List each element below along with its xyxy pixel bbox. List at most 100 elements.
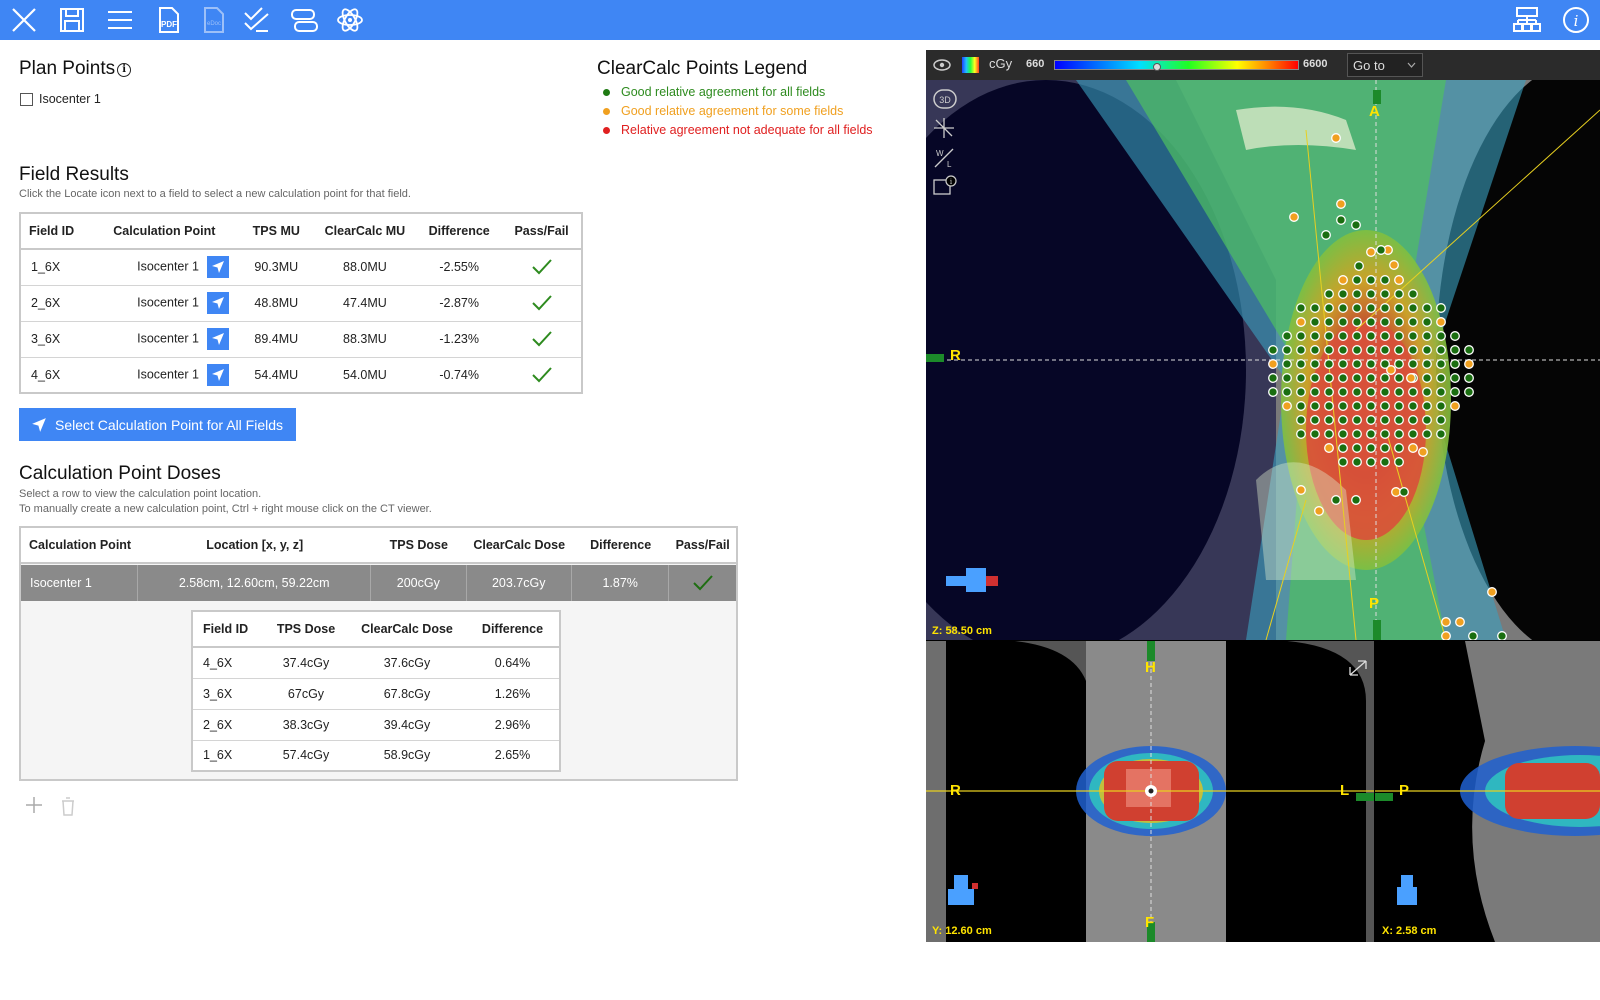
dose-point-marker[interactable] <box>1497 631 1507 640</box>
info-icon[interactable]: i <box>1559 4 1593 36</box>
dose-point-marker[interactable] <box>1450 387 1460 397</box>
locate-button[interactable] <box>206 363 229 386</box>
dose-point-marker[interactable] <box>1380 415 1390 425</box>
dose-point-marker[interactable] <box>1324 345 1334 355</box>
dose-point-marker[interactable] <box>1324 331 1334 341</box>
dose-point-marker[interactable] <box>1352 457 1362 467</box>
dose-point-marker[interactable] <box>1296 429 1306 439</box>
dose-point-marker[interactable] <box>1422 345 1432 355</box>
dose-point-marker[interactable] <box>1268 387 1278 397</box>
dose-point-marker[interactable] <box>1408 289 1418 299</box>
save-icon[interactable] <box>55 4 89 36</box>
dose-point-marker[interactable] <box>1338 401 1348 411</box>
dose-point-marker[interactable] <box>1422 317 1432 327</box>
dose-point-marker[interactable] <box>1394 331 1404 341</box>
isocenter-checkbox-row[interactable]: Isocenter 1 <box>20 92 101 106</box>
dose-point-marker[interactable] <box>1338 345 1348 355</box>
dose-point-marker[interactable] <box>1436 373 1446 383</box>
colormap-icon[interactable] <box>962 57 979 73</box>
dose-point-marker[interactable] <box>1450 359 1460 369</box>
dose-point-marker[interactable] <box>1336 199 1346 209</box>
dose-point-marker[interactable] <box>1408 401 1418 411</box>
dose-point-marker[interactable] <box>1366 429 1376 439</box>
dose-point-marker[interactable] <box>1282 345 1292 355</box>
network-icon[interactable] <box>1510 4 1544 36</box>
select-all-fields-button[interactable]: Select Calculation Point for All Fields <box>19 408 296 441</box>
dose-point-marker[interactable] <box>1366 359 1376 369</box>
dose-point-marker[interactable] <box>1324 359 1334 369</box>
dose-point-marker[interactable] <box>1351 495 1361 505</box>
dose-point-marker[interactable] <box>1408 387 1418 397</box>
dose-point-marker[interactable] <box>1380 345 1390 355</box>
dose-point-marker[interactable] <box>1366 345 1376 355</box>
dose-point-marker[interactable] <box>1352 345 1362 355</box>
dose-point-marker[interactable] <box>1394 317 1404 327</box>
locate-button[interactable] <box>206 328 229 350</box>
dose-point-marker[interactable] <box>1394 345 1404 355</box>
dose-point-marker[interactable] <box>1380 303 1390 313</box>
dose-point-marker[interactable] <box>1408 331 1418 341</box>
dose-point-marker[interactable] <box>1436 429 1446 439</box>
dose-point-marker[interactable] <box>1352 303 1362 313</box>
dose-point-marker[interactable] <box>1436 359 1446 369</box>
locate-button[interactable] <box>206 256 229 279</box>
plan-points-info-icon[interactable]: i <box>117 62 132 77</box>
dose-point-marker[interactable] <box>1380 373 1390 383</box>
layout-icon[interactable]: 3D <box>932 88 958 110</box>
dose-point-marker[interactable] <box>1366 247 1376 257</box>
dose-point-marker[interactable] <box>1418 447 1428 457</box>
dose-point-marker[interactable] <box>1394 429 1404 439</box>
dose-point-marker[interactable] <box>1366 387 1376 397</box>
dose-point-marker[interactable] <box>1450 401 1460 411</box>
dose-point-marker[interactable] <box>1389 260 1399 270</box>
dose-point-marker[interactable] <box>1468 631 1478 640</box>
dose-point-marker[interactable] <box>1394 443 1404 453</box>
dose-point-marker[interactable] <box>1436 303 1446 313</box>
dose-point-marker[interactable] <box>1324 415 1334 425</box>
dose-point-marker[interactable] <box>1324 303 1334 313</box>
dose-point-marker[interactable] <box>1338 373 1348 383</box>
axial-view[interactable] <box>926 80 1600 640</box>
dose-point-marker[interactable] <box>1408 429 1418 439</box>
image-info-icon[interactable]: i <box>932 174 958 198</box>
dose-point-marker[interactable] <box>1380 275 1390 285</box>
dose-point-marker[interactable] <box>1464 359 1474 369</box>
dose-point-marker[interactable] <box>1352 331 1362 341</box>
pdf-icon[interactable]: PDF <box>151 4 185 36</box>
dose-point-marker[interactable] <box>1310 401 1320 411</box>
dose-point-marker[interactable] <box>1282 331 1292 341</box>
dose-point-marker[interactable] <box>1296 359 1306 369</box>
dose-point-marker[interactable] <box>1408 303 1418 313</box>
dose-point-marker[interactable] <box>1282 387 1292 397</box>
dose-point-marker[interactable] <box>1352 359 1362 369</box>
dose-point-marker[interactable] <box>1310 373 1320 383</box>
dose-point-marker[interactable] <box>1366 401 1376 411</box>
dose-point-marker[interactable] <box>1296 331 1306 341</box>
dose-point-marker[interactable] <box>1324 373 1334 383</box>
dose-point-marker[interactable] <box>1296 303 1306 313</box>
table-row-selected[interactable]: Isocenter 1 2.58cm, 12.60cm, 59.22cm 200… <box>21 565 736 601</box>
dose-point-marker[interactable] <box>1441 617 1451 627</box>
dose-point-marker[interactable] <box>1321 230 1331 240</box>
isocenter-checkbox[interactable] <box>20 92 33 106</box>
dose-point-marker[interactable] <box>1455 617 1465 627</box>
dose-point-marker[interactable] <box>1394 373 1404 383</box>
dose-point-marker[interactable] <box>1282 373 1292 383</box>
dose-point-marker[interactable] <box>1376 245 1386 255</box>
dose-point-marker[interactable] <box>1310 415 1320 425</box>
dose-point-marker[interactable] <box>1422 401 1432 411</box>
dose-point-marker[interactable] <box>1310 359 1320 369</box>
coronal-view[interactable] <box>926 641 1374 942</box>
dose-point-marker[interactable] <box>1380 317 1390 327</box>
dose-point-marker[interactable] <box>1268 345 1278 355</box>
dose-point-marker[interactable] <box>1352 317 1362 327</box>
dose-point-marker[interactable] <box>1310 303 1320 313</box>
dose-point-marker[interactable] <box>1282 401 1292 411</box>
transfer-icon[interactable] <box>287 4 321 36</box>
dose-point-marker[interactable] <box>1310 429 1320 439</box>
dose-point-marker[interactable] <box>1331 133 1341 143</box>
dose-point-marker[interactable] <box>1352 275 1362 285</box>
dose-point-marker[interactable] <box>1338 331 1348 341</box>
eye-icon[interactable] <box>932 57 952 73</box>
dose-point-marker[interactable] <box>1310 331 1320 341</box>
